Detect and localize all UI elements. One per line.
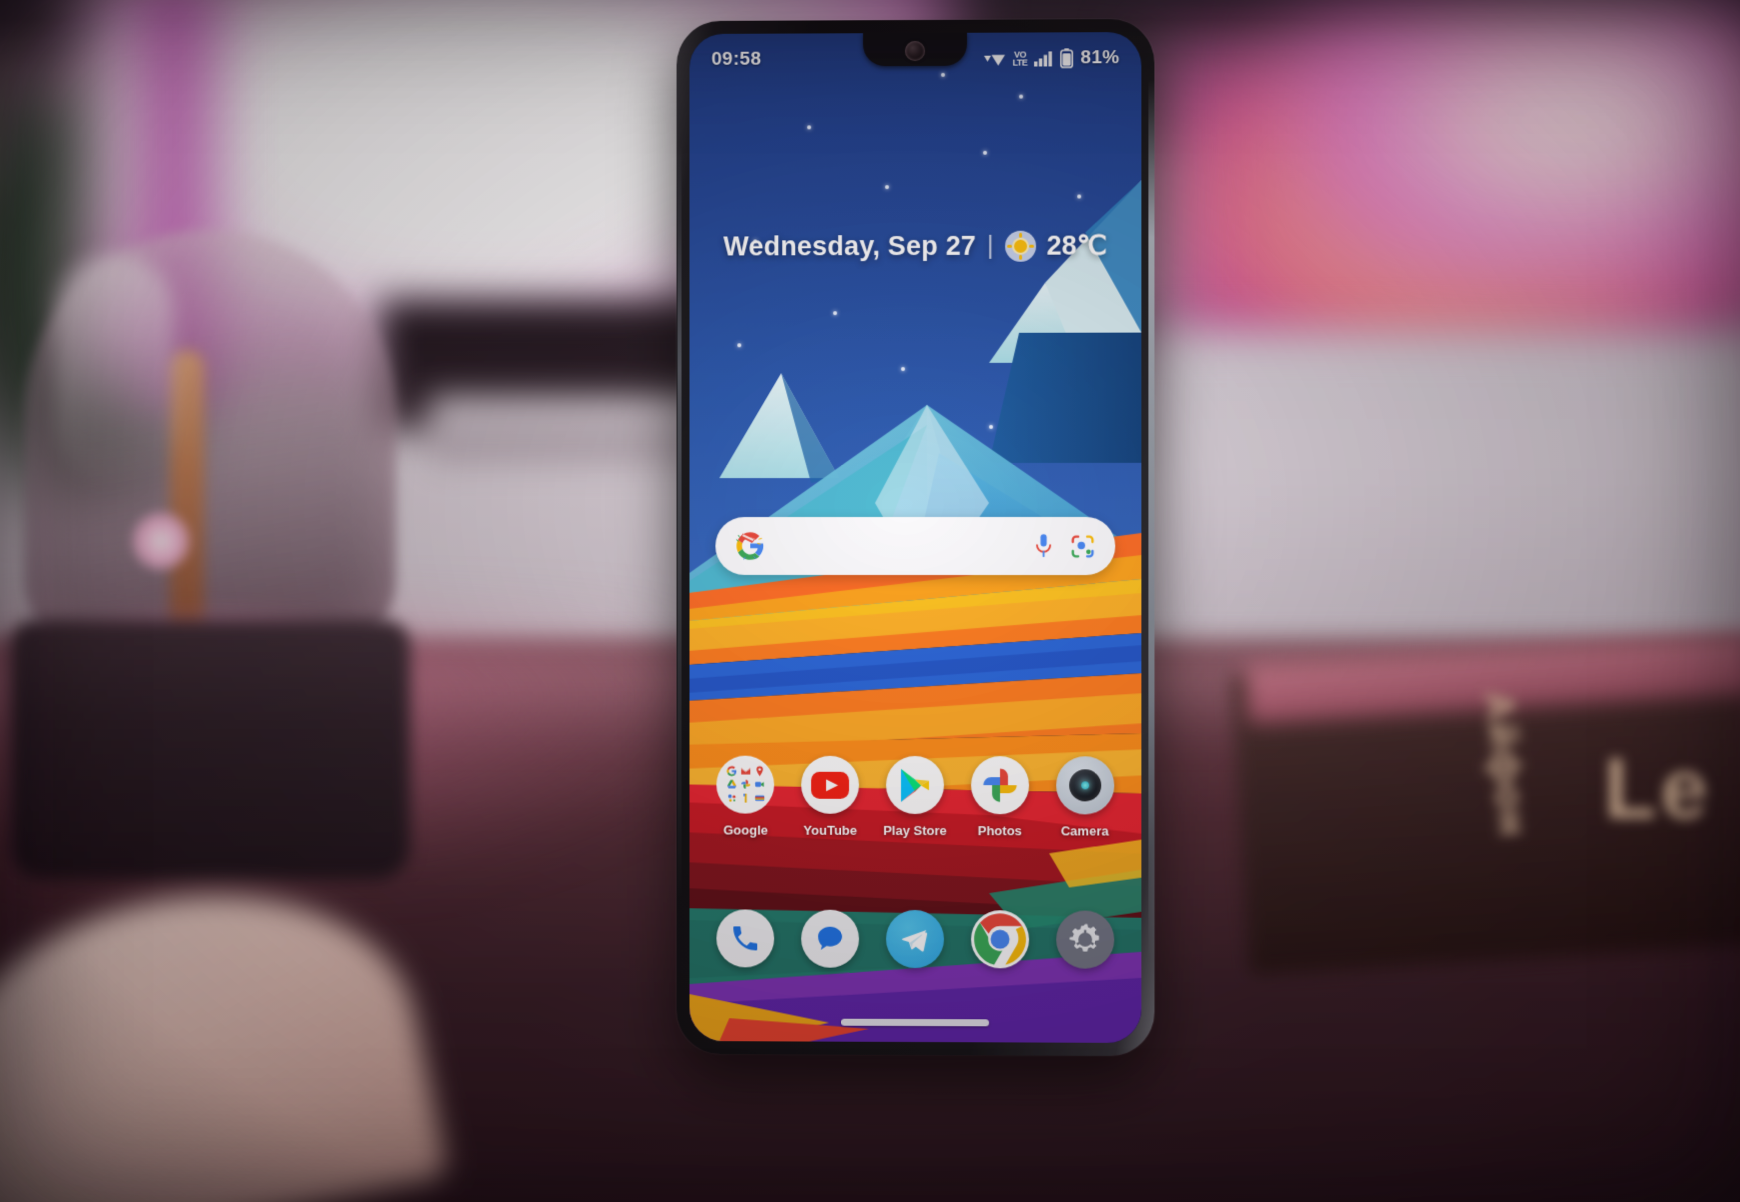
telegram-glyph [902,929,928,952]
status-clock: 09:58 [711,48,762,70]
glass-lamp-object [10,230,410,880]
app-label: Camera [1060,823,1109,839]
google-folder-icon[interactable] [716,755,775,814]
app-google[interactable]: Google [710,755,782,838]
telegram-icon[interactable] [885,909,944,969]
drive-icon [727,780,737,789]
phone-screen[interactable]: 09:58 VO LTE 81% Wednesday, Sep 27 | 28℃… [689,32,1142,1043]
maps-icon [756,765,763,777]
one-icon [743,793,747,803]
microphone-icon[interactable] [1033,532,1054,559]
app-label: Play Store [883,822,947,839]
battery-icon [1061,48,1074,68]
magenta-glow [1280,0,1740,300]
sun-icon [1004,230,1036,262]
play-store-icon[interactable] [885,755,944,815]
camera-lens [1068,769,1101,802]
phone-icon[interactable] [716,909,775,968]
front-camera [905,40,925,62]
gesture-navigation-pill[interactable] [841,1018,990,1027]
youtube-glyph [812,771,850,799]
wifi-icon [983,54,1004,66]
app-camera[interactable]: Camera [1049,756,1121,839]
google-search-icon [727,765,737,776]
app-row: Google YouTube Play Store Photos Camera [689,755,1141,839]
photos-glyph [982,767,1016,802]
smartphone-device: 09:58 VO LTE 81% Wednesday, Sep 27 | 28℃… [676,18,1155,1057]
status-icons: VO LTE 81% [983,47,1120,70]
widget-date: Wednesday, Sep 27 [723,230,977,262]
google-search-bar[interactable] [715,516,1116,576]
google-photos-icon[interactable] [970,756,1029,815]
volte-icon: VO LTE [1012,49,1028,68]
phone-right-edge-highlight [1148,79,1155,961]
right-wall-blur [1140,330,1740,660]
assistant-icon [728,794,736,802]
app-play-store[interactable]: Play Store [879,755,951,839]
battery-percent: 81% [1080,47,1120,69]
app-youtube[interactable]: YouTube [794,755,866,838]
lamp-light-spot [130,510,192,572]
app-photos[interactable]: Photos [964,756,1036,838]
dock [689,909,1141,969]
settings-glyph [1069,923,1099,952]
phone-glyph [733,926,758,951]
app-label: Google [723,822,769,838]
waterdrop-notch [863,32,968,67]
google-g-birthday-doodle-icon [735,532,765,561]
photos-icon [741,780,751,790]
gmail-icon [741,767,751,775]
app-label: Photos [977,823,1022,839]
camera-lens-glint [1080,781,1089,790]
phone-left-edge-highlight [677,140,682,900]
chrome-icon[interactable] [970,910,1029,969]
messages-icon[interactable] [801,909,860,968]
lamp-highlight [54,254,174,484]
wallet-icon [754,795,764,802]
screenshot-stage: Айфон Le 09:58 VO LTE 81% Wednesday, Sep… [0,0,1740,1202]
youtube-icon[interactable] [801,755,860,814]
cellular-signal-icon [1034,51,1053,67]
messages-glyph [818,927,843,951]
date-weather-widget[interactable]: Wednesday, Sep 27 | 28℃ [689,230,1141,262]
widget-temperature: 28℃ [1046,230,1108,261]
widget-separator: | [987,231,994,260]
settings-gear-icon[interactable] [1055,910,1114,969]
camera-icon[interactable] [1055,756,1114,815]
app-label: YouTube [803,822,858,838]
chrome-glyph [973,912,1025,965]
google-lens-icon[interactable] [1070,533,1095,558]
lamp-base [10,620,410,880]
box-text-large: Le [1604,741,1713,837]
play-store-glyph [901,768,929,802]
lamp-filament [170,350,204,650]
sun-core [1013,239,1027,253]
meet-icon [754,782,764,788]
